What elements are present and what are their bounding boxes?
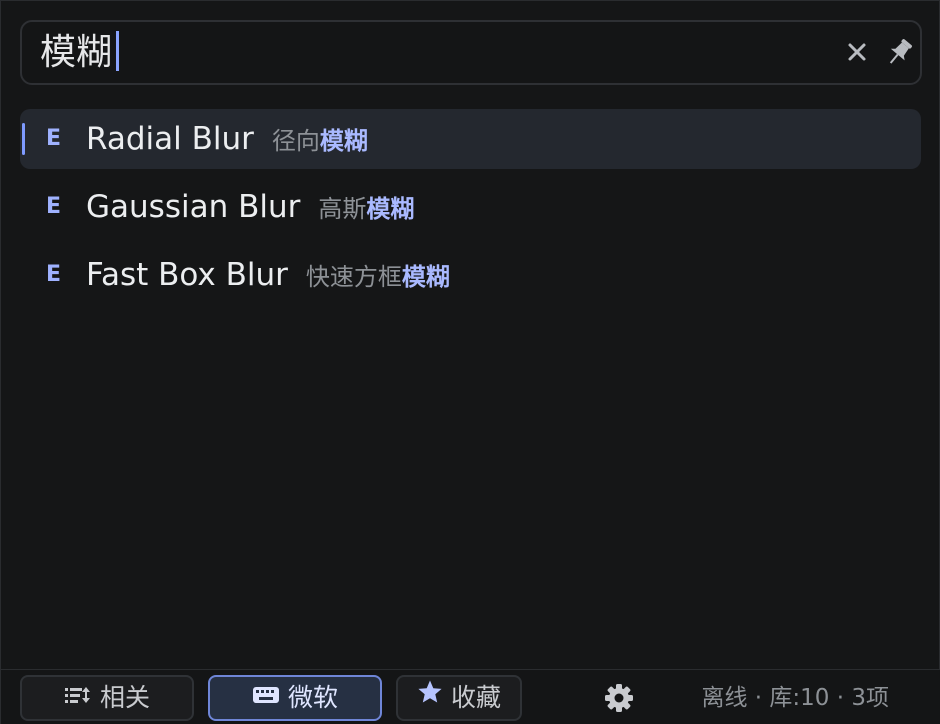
result-item[interactable]: E Radial Blur 径向模糊: [20, 109, 921, 169]
type-badge: E: [46, 194, 62, 219]
favorites-filter-button[interactable]: 收藏: [396, 675, 522, 721]
footer-bar: 相关 微软 收藏 离线 · 库:10 · 3项: [1, 669, 940, 724]
results-list: E Radial Blur 径向模糊 E Gaussian Blur 高斯模糊 E …: [20, 109, 921, 313]
search-bar[interactable]: 模糊: [20, 20, 922, 85]
result-cn-name: 高斯: [318, 195, 367, 223]
keyboard-icon: [252, 676, 280, 718]
result-text: Gaussian Blur 高斯模糊: [86, 177, 414, 237]
status-text: 离线 · 库:10 · 3项: [701, 685, 889, 711]
related-label: 相关: [99, 683, 150, 712]
star-icon: [417, 676, 443, 718]
related-filter-button[interactable]: 相关: [20, 675, 194, 721]
selection-indicator: [22, 123, 25, 155]
search-window: 模糊 E Radial Blur 径向模糊 E Gaussian Blur 高斯…: [0, 0, 940, 724]
type-badge: E: [46, 126, 62, 151]
search-input[interactable]: 模糊: [40, 30, 120, 76]
close-icon[interactable]: [844, 39, 870, 65]
search-query: 模糊: [40, 32, 113, 73]
result-text: Fast Box Blur 快速方框模糊: [86, 245, 450, 305]
text-caret: [116, 31, 120, 71]
result-match-highlight: 模糊: [401, 263, 450, 291]
result-item[interactable]: E Gaussian Blur 高斯模糊: [20, 177, 921, 237]
gear-icon[interactable]: [603, 682, 635, 714]
microsoft-filter-button[interactable]: 微软: [208, 675, 382, 721]
result-text: Radial Blur 径向模糊: [86, 109, 368, 169]
type-badge: E: [46, 262, 62, 287]
pin-icon[interactable]: [882, 36, 916, 70]
result-name: Gaussian Blur: [86, 189, 301, 225]
sort-list-icon: [64, 676, 92, 718]
result-cn-name: 径向: [271, 127, 320, 155]
result-match-highlight: 模糊: [319, 127, 368, 155]
favorites-label: 收藏: [450, 683, 501, 712]
result-name: Fast Box Blur: [86, 257, 288, 293]
microsoft-label: 微软: [287, 683, 338, 712]
result-match-highlight: 模糊: [366, 195, 415, 223]
result-cn-name: 快速方框: [305, 263, 402, 291]
result-name: Radial Blur: [86, 121, 254, 157]
result-item[interactable]: E Fast Box Blur 快速方框模糊: [20, 245, 921, 305]
